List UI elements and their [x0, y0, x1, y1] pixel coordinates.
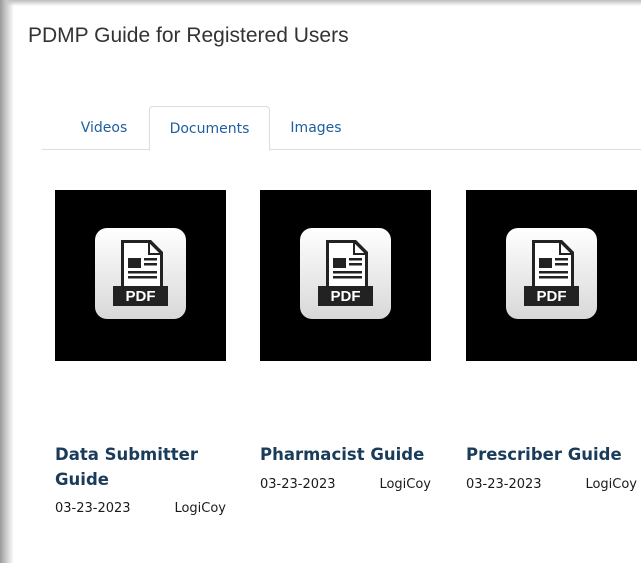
document-author: LogiCoy [174, 501, 226, 516]
document-author: LogiCoy [379, 477, 431, 492]
document-date: 03-23-2023 [466, 477, 542, 492]
page-title: PDMP Guide for Registered Users [28, 24, 349, 47]
pdf-file-icon: PDF [95, 228, 186, 319]
document-title[interactable]: Prescriber Guide [466, 442, 641, 467]
pdf-icon-text: PDF [537, 288, 567, 305]
document-date: 03-23-2023 [55, 501, 131, 516]
document-thumbnail[interactable]: PDF [466, 190, 637, 361]
document-author: LogiCoy [585, 477, 637, 492]
document-title[interactable]: Data Submitter Guide [55, 442, 235, 492]
app-window: PDMP Guide for Registered Users Videos D… [0, 0, 641, 563]
tab-images[interactable]: Images [274, 106, 358, 150]
tab-videos[interactable]: Videos [62, 106, 146, 150]
document-thumbnail[interactable]: PDF [55, 190, 226, 361]
document-title[interactable]: Pharmacist Guide [260, 442, 440, 467]
tab-bar: Videos Documents Images [42, 106, 641, 151]
pdf-icon-text: PDF [126, 288, 156, 305]
pdf-icon-text: PDF [331, 288, 361, 305]
window-shadow-top [0, 0, 641, 6]
pdf-file-icon: PDF [506, 228, 597, 319]
document-thumbnail[interactable]: PDF [260, 190, 431, 361]
pdf-file-icon: PDF [300, 228, 391, 319]
tab-documents[interactable]: Documents [149, 106, 270, 151]
window-shadow-left [0, 0, 14, 563]
document-date: 03-23-2023 [260, 477, 336, 492]
